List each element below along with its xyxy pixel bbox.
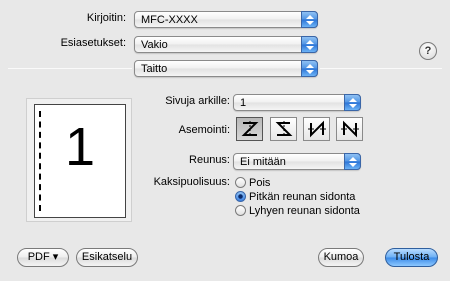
printer-label: Kirjoitin: xyxy=(86,12,126,24)
two-sided-option-long-edge-label: Pitkän reunan sidonta xyxy=(249,191,356,203)
layout-direction-label: Asemointi: xyxy=(178,124,230,136)
cancel-button[interactable]: Kumoa xyxy=(318,248,364,267)
print-button[interactable]: Tulosta xyxy=(385,248,438,267)
layout-direction-option-reverse-n[interactable] xyxy=(336,117,363,141)
pages-per-sheet-popup[interactable]: 1 xyxy=(233,94,361,111)
layout-reverse-n-icon xyxy=(341,120,359,138)
border-value: Ei mitään xyxy=(240,156,286,168)
layout-direction-option-n-down[interactable] xyxy=(303,117,330,141)
layout-reverse-s-icon xyxy=(275,121,293,137)
radio-off-icon xyxy=(235,205,246,216)
two-sided-option-short-edge-label: Lyhyen reunan sidonta xyxy=(249,205,360,217)
two-sided-label: Kaksipuolisuus: xyxy=(153,176,230,188)
two-sided-option-off[interactable]: Pois xyxy=(235,177,270,190)
radio-off-icon xyxy=(235,177,246,188)
pages-per-sheet-value: 1 xyxy=(240,97,247,109)
separator-left xyxy=(8,68,132,69)
layout-n-down-icon xyxy=(308,120,326,138)
radio-on-icon xyxy=(235,191,246,202)
layout-direction-option-reverse-s[interactable] xyxy=(270,117,297,141)
border-popup[interactable]: Ei mitään xyxy=(233,153,361,170)
printer-popup-arrow-icon xyxy=(301,11,318,28)
preview-page-number: 1 xyxy=(64,117,96,177)
presets-value: Vakio xyxy=(141,39,168,51)
preview-button[interactable]: Esikatselu xyxy=(76,248,138,267)
panel-popup[interactable]: Taitto xyxy=(134,60,318,77)
presets-popup-arrow-icon xyxy=(301,36,318,53)
border-label: Reunus: xyxy=(189,154,230,166)
help-button[interactable]: ? xyxy=(419,42,437,60)
presets-label: Esiasetukset: xyxy=(60,37,126,49)
two-sided-option-short-edge[interactable]: Lyhyen reunan sidonta xyxy=(235,205,360,218)
layout-z-icon xyxy=(241,121,259,137)
panel-popup-arrow-icon xyxy=(301,60,318,77)
layout-preview: 1 xyxy=(26,98,132,222)
two-sided-option-long-edge[interactable]: Pitkän reunan sidonta xyxy=(235,191,355,204)
separator-right xyxy=(320,68,442,69)
preview-page: 1 xyxy=(34,104,126,218)
layout-direction-option-z[interactable] xyxy=(236,117,263,141)
pages-per-sheet-arrow-icon xyxy=(344,94,361,111)
two-sided-option-off-label: Pois xyxy=(249,177,271,189)
panel-value: Taitto xyxy=(141,63,168,75)
pages-per-sheet-label: Sivuja arkille: xyxy=(165,95,230,107)
border-popup-arrow-icon xyxy=(344,153,361,170)
presets-popup[interactable]: Vakio xyxy=(134,36,318,53)
printer-value: MFC-XXXX xyxy=(141,14,198,26)
pdf-button[interactable]: PDF ▾ xyxy=(17,248,69,267)
printer-popup[interactable]: MFC-XXXX xyxy=(134,11,318,28)
